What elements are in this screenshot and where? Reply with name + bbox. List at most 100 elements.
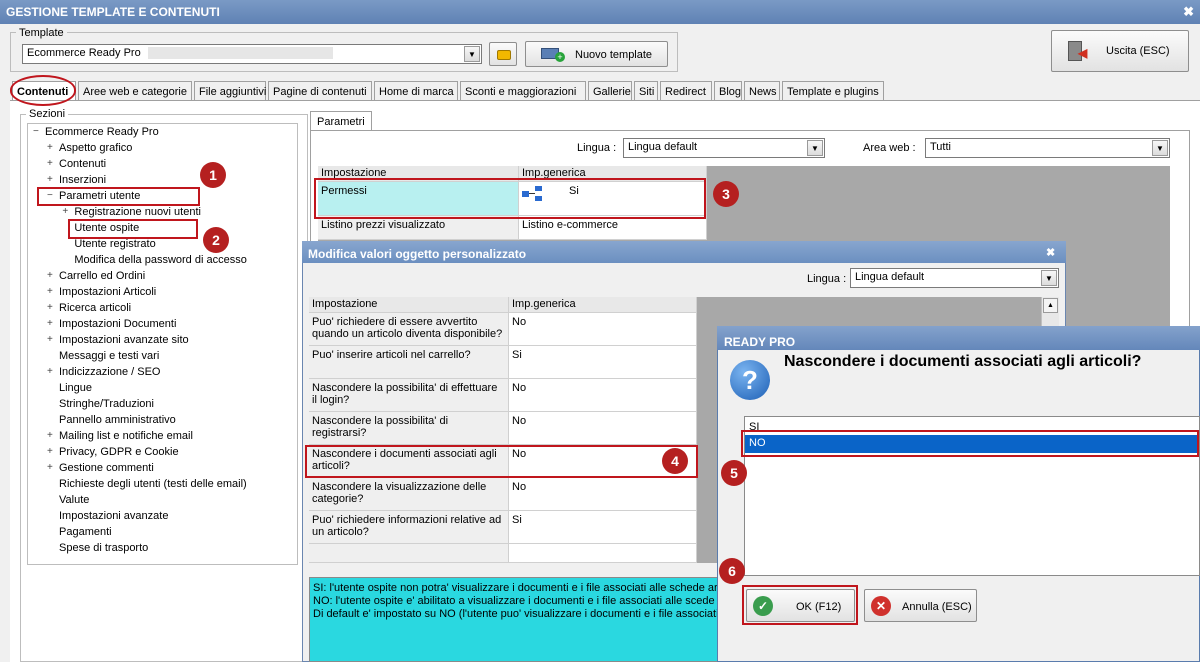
tab-file-aggiuntivi[interactable]: File aggiuntivi [194,81,266,101]
params-row-listino-label[interactable]: Listino prezzi visualizzato [318,216,519,240]
new-template-button[interactable]: + Nuovo template [525,41,668,67]
edit-row-label[interactable]: Puo' inserire articoli nel carrello? [309,346,509,379]
expand-icon[interactable]: + [47,318,56,329]
tree-item[interactable]: Utente registrato [74,238,155,250]
tab-sconti-e-maggiorazioni[interactable]: Sconti e maggiorazioni [460,81,586,101]
params-tab[interactable]: Parametri [310,111,372,131]
cancel-button[interactable]: ✕ Annulla (ESC) [864,589,977,622]
edit-row-label[interactable]: Nascondere la possibilita' di effettuare… [309,379,509,412]
marker-2: 2 [203,227,229,253]
tree-item[interactable]: Modifica della password di accesso [74,254,246,266]
edit-row-label[interactable]: Puo' richiedere informazioni relative ad… [309,511,509,544]
tree-item[interactable]: Ricerca articoli [59,302,131,314]
chevron-down-icon[interactable]: ▼ [1041,270,1057,286]
expand-icon[interactable]: + [47,142,56,153]
edit-row-value[interactable]: Si [509,511,697,544]
close-icon[interactable]: ✖ [1183,4,1194,20]
contenuti-tab-ellipse [10,75,76,106]
collapse-icon[interactable]: − [33,126,42,137]
scroll-up-icon[interactable]: ▲ [1043,298,1058,313]
tree-item[interactable]: Ecommerce Ready Pro [45,126,159,138]
params-tab-label: Parametri [317,116,365,128]
tab-aree-web-e-categorie[interactable]: Aree web e categorie [78,81,192,101]
tree-item[interactable]: Aspetto grafico [59,142,132,154]
tree-item[interactable]: Impostazioni Documenti [59,318,176,330]
tree-item[interactable]: Impostazioni avanzate sito [59,334,189,346]
edit-row-value[interactable]: No [509,478,697,511]
marker-5: 5 [721,460,747,486]
exit-button[interactable]: ◀ Uscita (ESC) [1051,30,1189,72]
edit-col-setting: Impostazione [309,297,509,313]
tab-news[interactable]: News [744,81,780,101]
template-select[interactable]: Ecommerce Ready Pro ▼ [22,44,482,64]
tab-siti[interactable]: Siti [634,81,658,101]
tree-item[interactable]: Valute [59,494,89,506]
tab-pagine-di-contenuti[interactable]: Pagine di contenuti [268,81,372,101]
edit-row-value[interactable]: No [509,379,697,412]
tree-item[interactable]: Richieste degli utenti (testi delle emai… [59,478,247,490]
tree-item[interactable]: Carrello ed Ordini [59,270,145,282]
edit-dialog-close-icon[interactable]: ✖ [1046,246,1055,259]
tab-blog[interactable]: Blog [714,81,742,101]
tree-item[interactable]: Lingue [59,382,92,394]
expand-icon[interactable]: + [47,270,56,281]
edit-lingua-select[interactable]: Lingua default ▼ [850,268,1059,288]
params-row-listino-value[interactable]: Listino e-commerce [519,216,707,240]
tree-item[interactable]: Messaggi e testi vari [59,350,159,362]
tree-item[interactable]: Spese di trasporto [59,542,148,554]
expand-icon[interactable]: + [47,446,56,457]
expand-icon[interactable]: + [47,366,56,377]
expand-icon[interactable]: + [47,286,56,297]
arrow-left-icon: ◀ [1078,46,1088,60]
annotation-box-6 [742,585,858,625]
chevron-down-icon[interactable]: ▼ [807,140,823,156]
lingua-select[interactable]: Lingua default ▼ [623,138,825,158]
chevron-down-icon[interactable]: ▼ [1152,140,1168,156]
cancel-label: Annulla (ESC) [902,601,972,613]
expand-icon[interactable]: + [47,158,56,169]
edit-row-value[interactable]: No [509,313,697,346]
expand-icon[interactable]: + [47,462,56,473]
folder-button[interactable] [489,42,517,66]
expand-icon[interactable]: + [47,174,56,185]
tree-item[interactable]: Contenuti [59,158,106,170]
area-web-select[interactable]: Tutti ▼ [925,138,1170,158]
expand-icon[interactable]: + [47,430,56,441]
edit-lingua-label: Lingua : [807,273,847,285]
chevron-down-icon[interactable]: ▼ [464,46,480,62]
edit-row-label[interactable]: Nascondere la visualizzazione delle cate… [309,478,509,511]
edit-row-value[interactable]: Si [509,346,697,379]
edit-col-generic: Imp.generica [509,297,697,313]
tab-home-di-marca[interactable]: Home di marca [374,81,458,101]
tree-item[interactable]: Privacy, GDPR e Cookie [59,446,179,458]
edit-row-label[interactable]: Puo' richiedere di essere avvertito quan… [309,313,509,346]
tree-item[interactable]: Stringhe/Traduzioni [59,398,154,410]
tree-item[interactable]: Gestione commenti [59,462,154,474]
edit-row-label[interactable]: Nascondere la possibilita' di registrars… [309,412,509,445]
folder-icon [497,50,511,60]
edit-row-value[interactable]: No [509,412,697,445]
tree-item[interactable]: Mailing list e notifiche email [59,430,193,442]
tree-item[interactable]: Registrazione nuovi utenti [74,206,201,218]
edit-row-empty [309,544,509,563]
area-web-select-value: Tutti [930,141,951,153]
tree-item[interactable]: Pagamenti [59,526,112,538]
marker-1: 1 [200,162,226,188]
sections-label: Sezioni [26,108,69,120]
tree-item[interactable]: Indicizzazione / SEO [59,366,161,378]
template-select-value: Ecommerce Ready Pro [27,47,141,59]
tab-template-e-plugins[interactable]: Template e plugins [782,81,884,101]
tree-item[interactable]: Impostazioni Articoli [59,286,156,298]
tab-redirect[interactable]: Redirect [660,81,712,101]
tree-item[interactable]: Inserzioni [59,174,106,186]
tree-item[interactable]: Pannello amministrativo [59,414,176,426]
tree-item[interactable]: Impostazioni avanzate [59,510,168,522]
annotation-box-2 [68,219,198,239]
expand-icon[interactable]: + [47,302,56,313]
annotation-box-5 [741,430,1199,457]
lingua-select-value: Lingua default [628,141,698,153]
expand-icon[interactable]: + [47,334,56,345]
expand-icon[interactable]: + [62,206,71,217]
plus-icon: + [555,52,565,62]
tab-gallerie[interactable]: Gallerie [588,81,632,101]
